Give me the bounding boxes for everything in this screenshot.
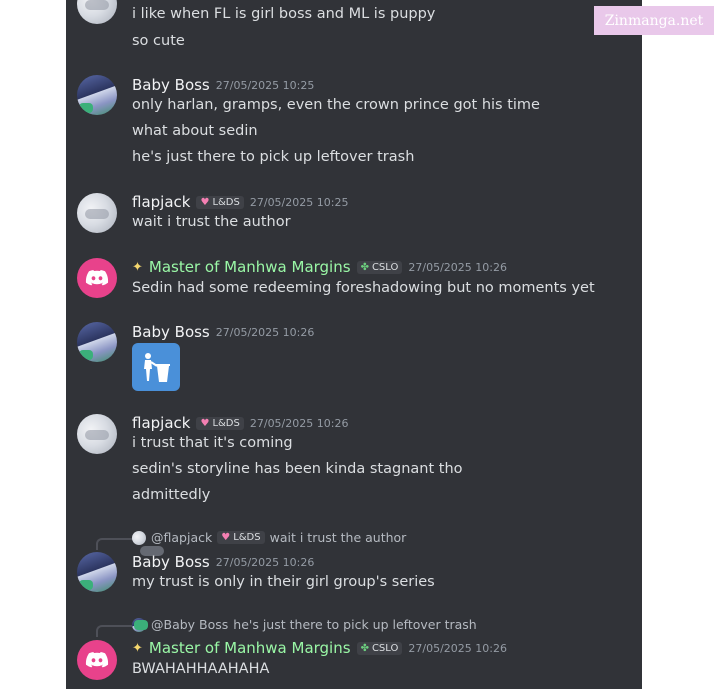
- reply-author: @Baby Boss: [151, 617, 229, 632]
- reply-text: he's just there to pick up leftover tras…: [233, 617, 477, 632]
- discord-logo-icon: [85, 270, 109, 286]
- reply-preview[interactable]: @Baby Boss he's just there to pick up le…: [132, 617, 477, 632]
- person-trash-icon: [144, 353, 170, 382]
- role-tag: ♥ L&DS: [217, 531, 265, 544]
- role-tag: ✤ CSLO: [356, 641, 403, 655]
- message-header: ✦ Master of Manhwa Margins ✤ CSLO 27/05/2…: [132, 258, 507, 276]
- chat-panel: i like when FL is girl boss and ML is pu…: [66, 0, 642, 689]
- role-tag: ♥ L&DS: [196, 416, 244, 430]
- message-text: what about sedin: [132, 123, 258, 139]
- timestamp: 27/05/2025 10:25: [249, 195, 349, 209]
- watermark: Zinmanga.net: [594, 6, 714, 35]
- message-text: wait i trust the author: [132, 214, 291, 230]
- reply-author: @flapjack: [151, 530, 213, 545]
- author-name[interactable]: flapjack: [132, 414, 190, 432]
- timestamp: 27/05/2025 10:26: [249, 416, 349, 430]
- avatar[interactable]: [77, 0, 117, 24]
- message-text: admittedly: [132, 487, 211, 503]
- author-name[interactable]: Baby Boss: [132, 323, 210, 341]
- timestamp: 27/05/2025 10:26: [215, 555, 315, 569]
- role-tag: ✤ CSLO: [356, 260, 403, 274]
- message-text: Sedin had some redeeming foreshadowing b…: [132, 280, 595, 296]
- avatar[interactable]: [77, 552, 117, 592]
- avatar[interactable]: [77, 640, 117, 680]
- message-text: i like when FL is girl boss and ML is pu…: [132, 6, 436, 22]
- message-header: Baby Boss 27/05/2025 10:25: [132, 76, 314, 94]
- clover-icon: ✤: [360, 642, 369, 654]
- timestamp: 27/05/2025 10:26: [408, 641, 507, 655]
- message-header: Baby Boss 27/05/2025 10:26: [132, 553, 314, 571]
- put-litter-in-its-place-icon[interactable]: [132, 343, 180, 391]
- message-text: BWAHAHHAAHAHA: [132, 661, 270, 677]
- timestamp: 27/05/2025 10:26: [408, 260, 507, 274]
- reply-connector: [96, 625, 134, 637]
- role-tag-label: CSLO: [371, 261, 399, 273]
- author-name[interactable]: flapjack: [132, 193, 190, 211]
- heart-icon: ♥: [200, 196, 210, 208]
- avatar: [132, 530, 146, 545]
- author-name[interactable]: Master of Manhwa Margins: [149, 258, 351, 276]
- clover-icon: ✤: [360, 261, 369, 273]
- avatar[interactable]: [77, 322, 117, 362]
- message-text: sedin's storyline has been kinda stagnan…: [132, 461, 463, 477]
- author-name[interactable]: Baby Boss: [132, 553, 210, 571]
- discord-logo-icon: [85, 652, 109, 668]
- reply-preview[interactable]: @flapjack ♥ L&DS wait i trust the author: [132, 530, 406, 545]
- avatar: [132, 617, 146, 632]
- timestamp: 27/05/2025 10:25: [215, 78, 315, 92]
- role-tag-label: L&DS: [233, 532, 261, 543]
- message-text: so cute: [132, 33, 185, 49]
- heart-icon: ♥: [200, 417, 210, 429]
- timestamp: 27/05/2025 10:26: [215, 325, 315, 339]
- message-header: Baby Boss 27/05/2025 10:26: [132, 323, 314, 341]
- message-text: i trust that it's coming: [132, 435, 293, 451]
- role-tag: ♥ L&DS: [196, 195, 244, 209]
- author-name[interactable]: Baby Boss: [132, 76, 210, 94]
- role-tag-label: L&DS: [212, 196, 240, 208]
- role-tag-label: L&DS: [212, 417, 240, 429]
- sparkle-icon: ✦: [132, 640, 143, 656]
- avatar[interactable]: [77, 75, 117, 115]
- reply-text: wait i trust the author: [269, 530, 407, 545]
- heart-icon: ♥: [221, 532, 231, 543]
- message-text: only harlan, gramps, even the crown prin…: [132, 97, 540, 113]
- message-header: flapjack ♥ L&DS 27/05/2025 10:26: [132, 414, 348, 432]
- sparkle-icon: ✦: [132, 259, 143, 275]
- message-text: my trust is only in their girl group's s…: [132, 574, 435, 590]
- author-name[interactable]: Master of Manhwa Margins: [149, 639, 351, 657]
- avatar[interactable]: [77, 193, 117, 233]
- avatar[interactable]: [77, 258, 117, 298]
- avatar[interactable]: [77, 414, 117, 454]
- message-header: flapjack ♥ L&DS 27/05/2025 10:25: [132, 193, 348, 211]
- reply-connector: [96, 538, 134, 550]
- message-text: he's just there to pick up leftover tras…: [132, 149, 415, 165]
- role-tag-label: CSLO: [371, 642, 399, 654]
- message-header: ✦ Master of Manhwa Margins ✤ CSLO 27/05/2…: [132, 639, 507, 657]
